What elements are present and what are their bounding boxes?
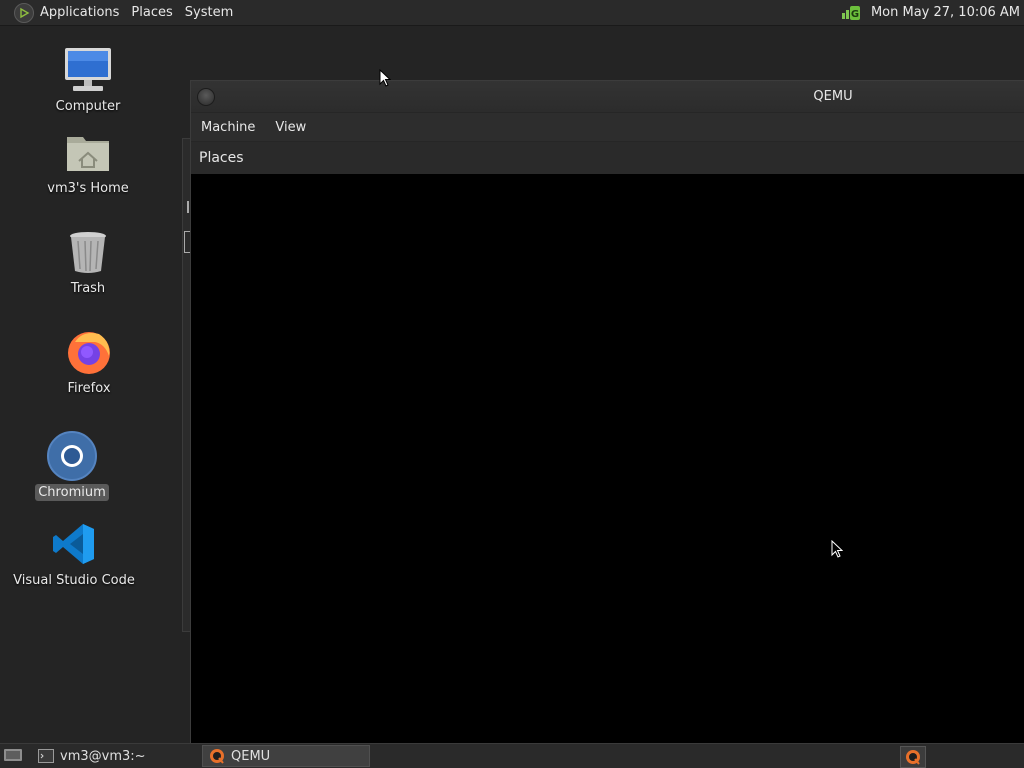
desktop-icon-label: vm3's Home (47, 181, 129, 196)
desktop-icon-label: Trash (70, 281, 106, 296)
applications-menu-label: Applications (40, 5, 120, 20)
places-menu-label: Places (131, 5, 173, 20)
network-status-icon[interactable]: G (841, 4, 861, 22)
desktop-icon-trash[interactable]: Trash (33, 226, 143, 297)
clock[interactable]: Mon May 27, 10:06 AM (871, 5, 1020, 20)
home-folder-icon (62, 126, 114, 178)
vm-mouse-cursor-icon (831, 540, 843, 558)
terminal-icon (38, 749, 54, 763)
window-edge-mark (187, 201, 189, 213)
desktop-icon-vscode[interactable]: Visual Studio Code (13, 518, 135, 589)
guest-places-bar: Places (191, 142, 1024, 175)
qemu-icon (210, 749, 224, 764)
guest-places-label[interactable]: Places (199, 150, 244, 166)
bottom-panel: vm3@vm3:~ QEMU (0, 743, 1024, 768)
taskbar-item-qemu[interactable]: QEMU (202, 745, 370, 767)
places-menu[interactable]: Places (125, 5, 178, 20)
desktop-icon-chromium[interactable]: Chromium (17, 430, 127, 501)
system-menu-label: System (184, 5, 234, 20)
machine-menu[interactable]: Machine (191, 120, 265, 135)
window-title: QEMU (813, 89, 853, 104)
tray-qemu-icon[interactable] (900, 746, 926, 768)
desktop-icon-label: Firefox (67, 381, 111, 396)
taskbar-item-label: QEMU (231, 748, 271, 764)
svg-text:G: G (851, 9, 859, 20)
trash-icon (62, 226, 114, 278)
qemu-menubar: Machine View (191, 113, 1024, 142)
desktop-icon-label: Computer (55, 99, 121, 114)
desktop-icon-computer[interactable]: Computer (33, 44, 143, 115)
distro-logo-icon (14, 2, 34, 23)
qemu-window[interactable]: QEMU Machine View Places (190, 80, 1024, 745)
chromium-icon (46, 430, 98, 482)
system-menu[interactable]: System (179, 5, 239, 20)
applications-menu[interactable]: Applications (8, 2, 125, 23)
show-desktop-icon[interactable] (3, 747, 23, 763)
vscode-icon (48, 518, 100, 570)
computer-icon (62, 44, 114, 96)
qemu-titlebar[interactable]: QEMU (191, 81, 1024, 113)
top-panel: Applications Places System G Mon May 27,… (0, 0, 1024, 26)
vm-display[interactable] (191, 174, 1024, 745)
taskbar-item-label: vm3@vm3:~ (60, 748, 146, 764)
desktop-icon-label: Visual Studio Code (13, 573, 135, 588)
firefox-icon (63, 326, 115, 378)
mouse-cursor-icon (379, 69, 391, 87)
taskbar-item-terminal[interactable]: vm3@vm3:~ (32, 745, 194, 767)
view-menu[interactable]: View (265, 120, 316, 135)
desktop-icon-firefox[interactable]: Firefox (34, 326, 144, 397)
desktop-icon-label: Chromium (35, 484, 109, 501)
desktop-icon-home[interactable]: vm3's Home (33, 126, 143, 197)
